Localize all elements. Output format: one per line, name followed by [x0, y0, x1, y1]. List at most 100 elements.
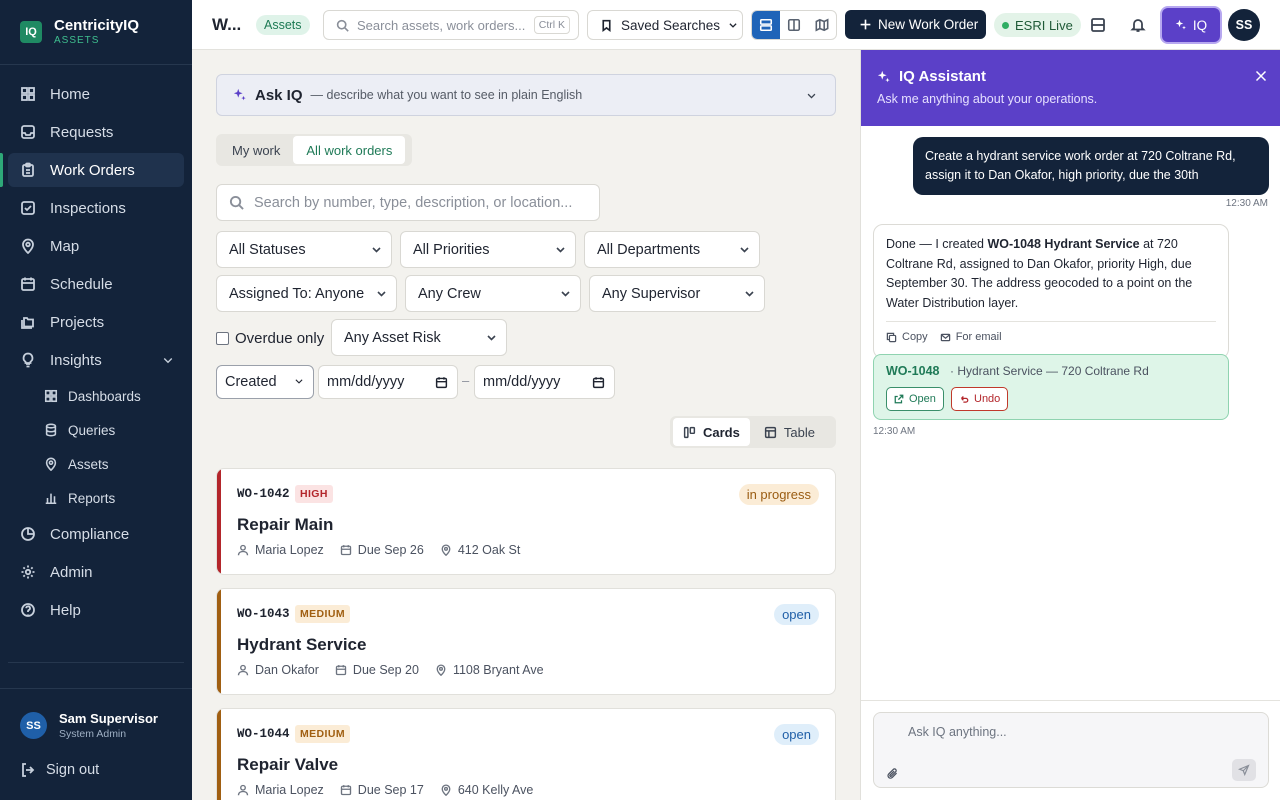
date-field-select[interactable]: Created [216, 365, 314, 399]
sidebar-item-work-orders[interactable]: Work Orders [0, 153, 184, 187]
user-name: Sam Supervisor [59, 711, 158, 726]
layout-map-button[interactable] [808, 11, 836, 39]
location-text: 412 Oak St [457, 543, 521, 557]
chevron-down-icon[interactable] [162, 354, 174, 366]
sidebar-item-requests[interactable]: Requests [8, 115, 184, 149]
status-filter[interactable]: All Statuses [216, 231, 392, 268]
notifications-button[interactable] [1128, 15, 1148, 35]
sidebar-subitem-dashboards[interactable]: Dashboards [8, 381, 184, 411]
help-icon [21, 603, 35, 617]
sidebar-item-map[interactable]: Map [8, 229, 184, 263]
sign-out-button[interactable]: Sign out [20, 762, 99, 778]
user-role: System Admin [59, 728, 127, 740]
view-cards-button[interactable]: Cards [673, 418, 750, 446]
clipboard-icon [22, 162, 34, 177]
saved-searches-button[interactable]: Saved Searches [587, 10, 743, 40]
chevron-down-icon[interactable] [806, 90, 817, 101]
sidebar-item-compliance[interactable]: Compliance [8, 517, 184, 551]
send-button[interactable] [1232, 759, 1256, 781]
asset-risk-filter-value: Any Asset Risk [344, 329, 441, 346]
work-order-number: WO-1043 [237, 607, 290, 621]
copy-button[interactable]: Copy [886, 328, 928, 348]
bookmark-icon [602, 19, 611, 32]
layout-panel-icon [1091, 18, 1105, 32]
ask-iq-title: Ask IQ [255, 86, 303, 104]
sidebar-nav: Home Requests Work Orders Inspections Ma… [0, 65, 192, 627]
assistant-message: Done — I created WO-1048 Hydrant Service… [873, 224, 1229, 359]
user-icon [237, 664, 249, 676]
work-order-card[interactable]: WO-1042 HIGH in progress Repair Main Mar… [216, 468, 836, 575]
split-layout-icon [787, 18, 801, 32]
priority-filter[interactable]: All Priorities [400, 231, 576, 268]
panel-toggle-button[interactable] [1088, 15, 1108, 35]
work-order-card[interactable]: WO-1043 MEDIUM open Hydrant Service Dan … [216, 588, 836, 695]
sidebar-subitem-label: Dashboards [68, 388, 141, 404]
crew-filter-value: Any Crew [418, 285, 481, 302]
user-profile[interactable]: SS Sam Supervisor System Admin [0, 688, 192, 740]
sidebar-item-label: Compliance [50, 525, 130, 543]
close-icon[interactable] [1255, 70, 1267, 82]
sparkle-icon [233, 88, 246, 101]
work-order-card[interactable]: WO-1044 MEDIUM open Repair Valve Maria L… [216, 708, 836, 800]
view-table-button[interactable]: Table [754, 418, 825, 446]
message-timestamp: 12:30 AM [873, 426, 916, 437]
date-to-input[interactable]: mm/dd/yyyy [474, 365, 615, 399]
global-search-input[interactable]: Search assets, work orders... Ctrl K [323, 10, 579, 40]
created-work-order-card: WO-1048 · Hydrant Service — 720 Coltrane… [873, 354, 1229, 420]
search-icon [336, 19, 349, 32]
map-icon [815, 18, 829, 32]
sidebar-item-label: Schedule [50, 275, 113, 293]
layout-split-button[interactable] [780, 11, 808, 39]
layout-list-button[interactable] [752, 11, 780, 39]
tab-my-work[interactable]: My work [219, 136, 293, 164]
avatar[interactable]: SS [1228, 9, 1260, 41]
paperclip-icon[interactable] [886, 767, 899, 780]
for-email-button[interactable]: For email [940, 328, 1002, 348]
sidebar-item-home[interactable]: Home [8, 77, 184, 111]
date-from-input[interactable]: mm/dd/yyyy [318, 365, 458, 399]
sidebar-item-inspections[interactable]: Inspections [8, 191, 184, 225]
sidebar-item-admin[interactable]: Admin [8, 555, 184, 589]
overdue-checkbox[interactable]: Overdue only [216, 330, 324, 347]
sidebar-subitem-reports[interactable]: Reports [8, 483, 184, 513]
crew-filter[interactable]: Any Crew [405, 275, 581, 312]
supervisor-filter-value: Any Supervisor [602, 285, 701, 302]
supervisor-filter[interactable]: Any Supervisor [589, 275, 765, 312]
created-work-order-number[interactable]: WO-1048 [886, 364, 940, 378]
sidebar-item-help[interactable]: Help [8, 593, 184, 627]
assistant-message-text: Done — I created WO-1048 Hydrant Service… [886, 235, 1216, 313]
open-work-order-button[interactable]: Open [886, 387, 944, 411]
location: 1108 Bryant Ave [435, 663, 544, 677]
tab-all-work-orders[interactable]: All work orders [293, 136, 406, 164]
sidebar-item-label: Work Orders [50, 161, 135, 179]
date-to-placeholder: mm/dd/yyyy [483, 374, 561, 390]
check-square-icon [21, 201, 35, 215]
sidebar-item-projects[interactable]: Projects [8, 305, 184, 339]
assigned-filter-value: Assigned To: Anyone [229, 285, 365, 302]
assignee: Maria Lopez [237, 783, 324, 797]
department-filter[interactable]: All Departments [584, 231, 760, 268]
checkbox-box[interactable] [216, 332, 229, 345]
sidebar-subitem-assets[interactable]: Assets [8, 449, 184, 479]
assigned-filter[interactable]: Assigned To: Anyone [216, 275, 397, 312]
iq-chat-input[interactable]: Ask IQ anything... [873, 712, 1269, 788]
work-order-title: Repair Valve [237, 755, 339, 774]
ask-iq-bar[interactable]: Ask IQ — describe what you want to see i… [216, 74, 836, 116]
undo-button[interactable]: Undo [951, 387, 1009, 411]
new-work-order-button[interactable]: New Work Order [845, 10, 986, 39]
sidebar-item-schedule[interactable]: Schedule [8, 267, 184, 301]
assignee-name: Maria Lopez [255, 543, 324, 557]
iq-panel-subtitle: Ask me anything about your operations. [877, 92, 1098, 106]
chevron-down-icon [745, 291, 754, 297]
sidebar-item-insights[interactable]: Insights [8, 343, 184, 377]
asset-risk-filter[interactable]: Any Asset Risk [331, 319, 507, 356]
work-order-search-input[interactable]: Search by number, type, description, or … [216, 184, 600, 221]
work-order-number: WO-1044 [237, 727, 290, 741]
sidebar-subitem-queries[interactable]: Queries [8, 415, 184, 445]
global-search-placeholder: Search assets, work orders... [357, 17, 526, 33]
plus-icon [860, 19, 871, 30]
iq-assistant-button[interactable]: IQ [1162, 8, 1220, 42]
status-dot [1002, 21, 1009, 29]
priority-bar [217, 589, 221, 694]
work-order-title: Hydrant Service [237, 635, 367, 654]
